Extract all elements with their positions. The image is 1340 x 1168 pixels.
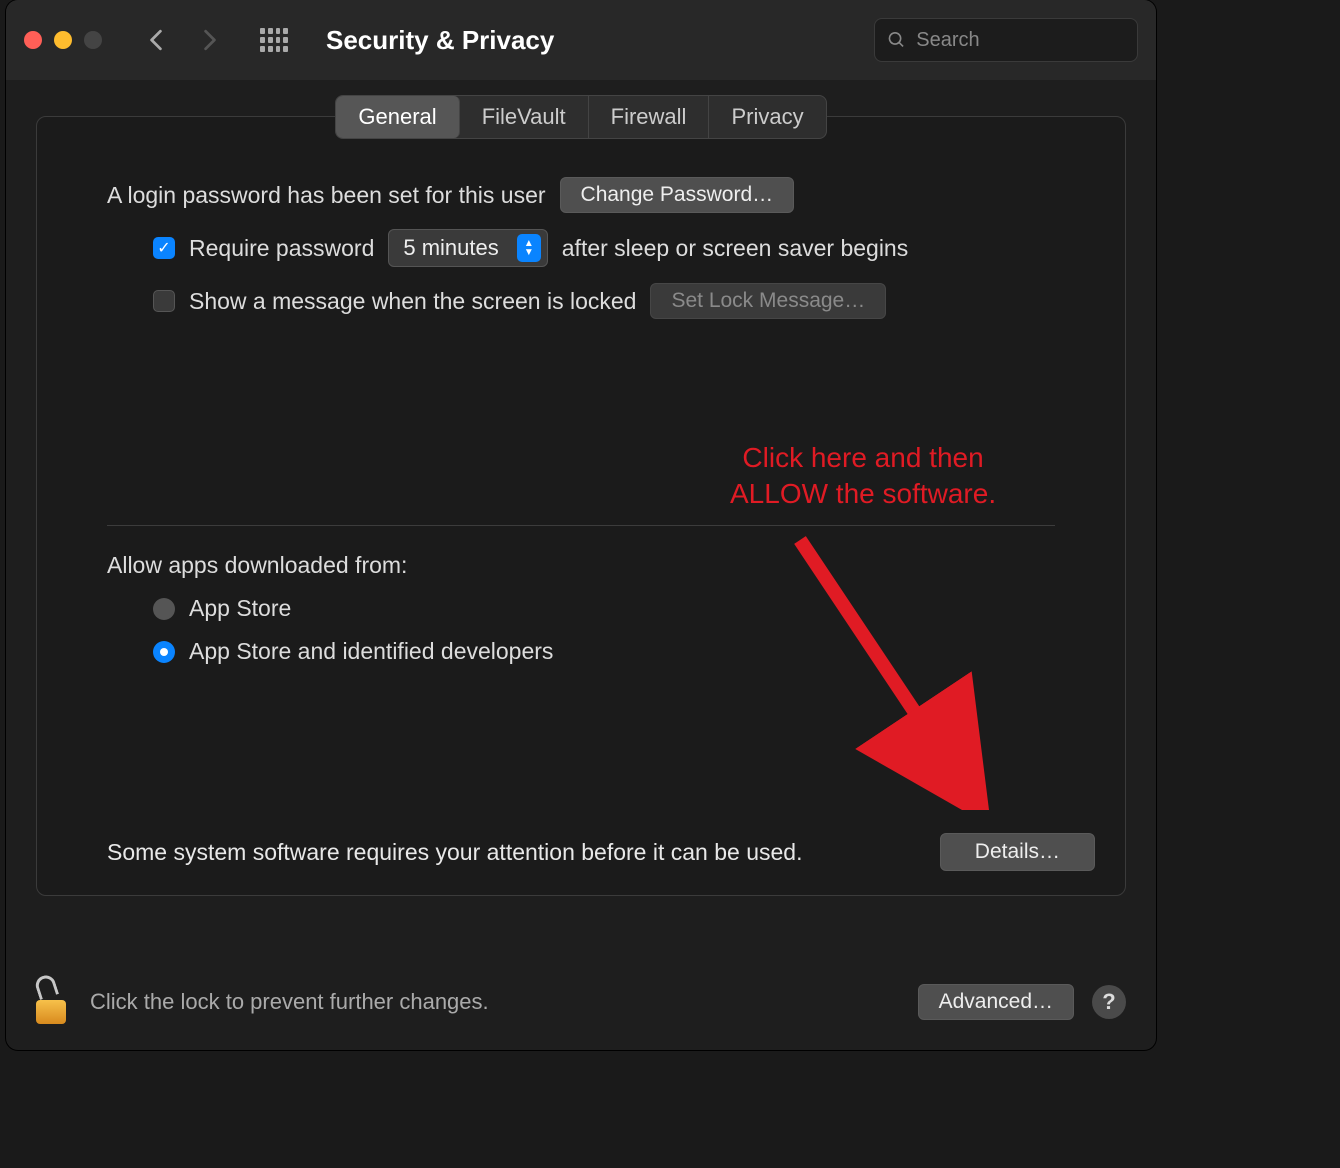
security-privacy-window: Security & Privacy General FileVault Fir… — [6, 0, 1156, 1050]
tab-filevault[interactable]: FileVault — [460, 96, 589, 138]
settings-panel: General FileVault Firewall Privacy A log… — [36, 116, 1126, 896]
divider — [107, 525, 1055, 526]
page-title: Security & Privacy — [326, 25, 554, 56]
zoom-window-button[interactable] — [84, 31, 102, 49]
lock-hint-text: Click the lock to prevent further change… — [90, 989, 489, 1015]
footer: Click the lock to prevent further change… — [36, 980, 1126, 1024]
radio-identified-developers[interactable] — [153, 641, 175, 663]
require-password-delay-select[interactable]: 5 minutes ▲▼ — [388, 229, 547, 267]
set-lock-message-button[interactable]: Set Lock Message… — [650, 283, 886, 319]
radio-app-store[interactable] — [153, 598, 175, 620]
advanced-button[interactable]: Advanced… — [918, 984, 1074, 1020]
require-password-label-pre: Require password — [189, 235, 374, 262]
login-password-label: A login password has been set for this u… — [107, 182, 546, 209]
help-button[interactable]: ? — [1092, 985, 1126, 1019]
back-button[interactable] — [146, 25, 166, 55]
close-window-button[interactable] — [24, 31, 42, 49]
tab-bar: General FileVault Firewall Privacy — [335, 95, 826, 139]
lock-icon[interactable] — [36, 980, 72, 1024]
tab-privacy[interactable]: Privacy — [709, 96, 825, 138]
minimize-window-button[interactable] — [54, 31, 72, 49]
require-password-delay-value: 5 minutes — [403, 235, 498, 261]
attention-text: Some system software requires your atten… — [107, 839, 802, 866]
show-all-prefs-button[interactable] — [260, 28, 288, 52]
titlebar: Security & Privacy — [6, 0, 1156, 80]
require-password-label-post: after sleep or screen saver begins — [562, 235, 908, 262]
tab-general[interactable]: General — [336, 96, 459, 138]
search-icon — [887, 29, 906, 51]
search-input[interactable] — [916, 29, 1125, 52]
tab-firewall[interactable]: Firewall — [589, 96, 710, 138]
show-lock-message-checkbox[interactable] — [153, 290, 175, 312]
show-lock-message-label: Show a message when the screen is locked — [189, 288, 636, 315]
general-content: A login password has been set for this u… — [37, 117, 1125, 711]
radio-app-store-label: App Store — [189, 595, 291, 622]
allow-apps-label: Allow apps downloaded from: — [107, 552, 407, 579]
details-button[interactable]: Details… — [940, 833, 1095, 871]
require-password-checkbox[interactable]: ✓ — [153, 237, 175, 259]
window-controls — [24, 31, 102, 49]
change-password-button[interactable]: Change Password… — [560, 177, 795, 213]
forward-button[interactable] — [200, 25, 220, 55]
nav-arrows — [146, 25, 220, 55]
select-stepper-icon: ▲▼ — [517, 234, 541, 262]
search-field[interactable] — [874, 18, 1138, 62]
radio-identified-developers-label: App Store and identified developers — [189, 638, 553, 665]
attention-row: Some system software requires your atten… — [107, 833, 1095, 871]
